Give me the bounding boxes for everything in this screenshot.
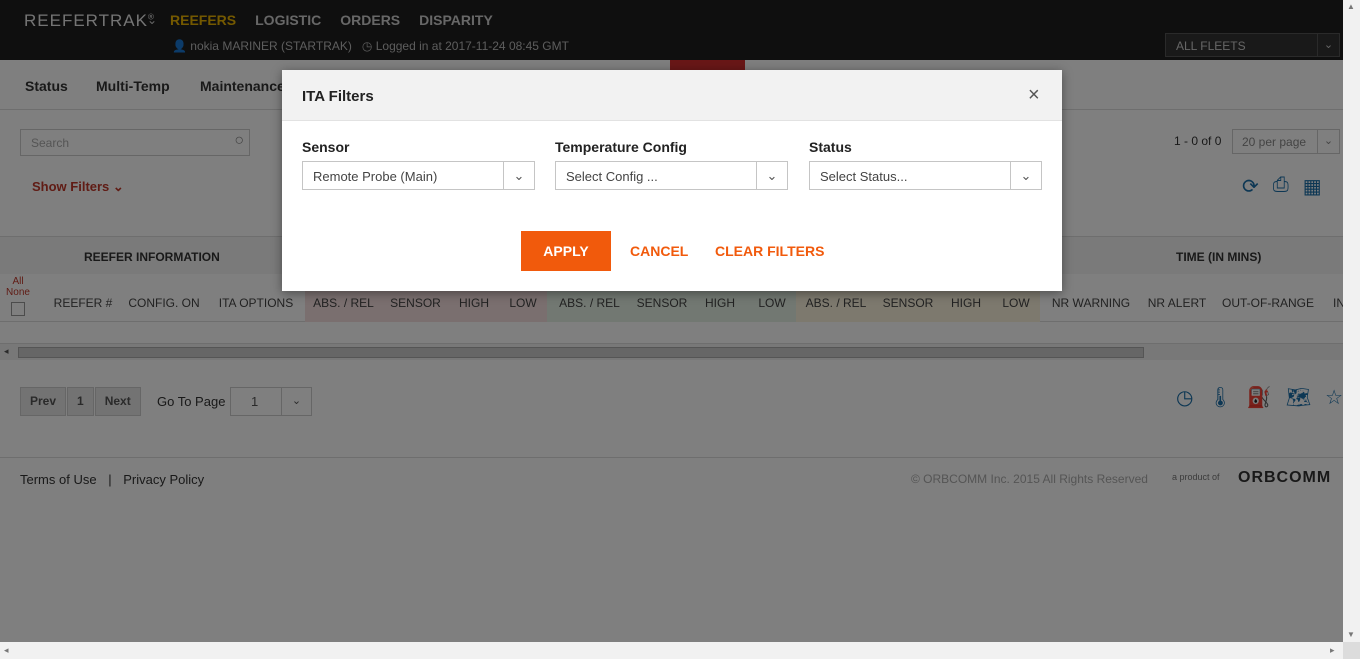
scrollbar-corner <box>1343 642 1360 659</box>
clear-filters-button[interactable]: CLEAR FILTERS <box>715 243 824 259</box>
scroll-left-icon[interactable]: ◂ <box>4 645 9 656</box>
status-select[interactable]: Select Status... ⌄ <box>809 161 1042 190</box>
page-horizontal-scrollbar[interactable]: ◂ ▸ <box>0 642 1343 659</box>
temperature-config-select[interactable]: Select Config ... ⌄ <box>555 161 788 190</box>
sensor-select[interactable]: Remote Probe (Main) ⌄ <box>302 161 535 190</box>
status-filter: Status Select Status... ⌄ <box>809 139 1042 190</box>
cancel-button[interactable]: CANCEL <box>630 243 688 259</box>
temperature-config-label: Temperature Config <box>555 139 687 155</box>
apply-button[interactable]: APPLY <box>521 231 611 271</box>
scroll-up-icon[interactable]: ▲ <box>1347 2 1355 11</box>
sensor-filter: Sensor Remote Probe (Main) ⌄ <box>302 139 535 190</box>
scroll-right-icon[interactable]: ▸ <box>1330 645 1335 656</box>
chevron-down-icon: ⌄ <box>503 162 534 189</box>
dialog-header: ITA Filters × <box>282 70 1062 121</box>
scroll-down-icon[interactable]: ▼ <box>1347 630 1355 639</box>
temperature-config-filter: Temperature Config Select Config ... ⌄ <box>555 139 788 190</box>
close-icon[interactable]: × <box>1028 84 1040 107</box>
chevron-down-icon: ⌄ <box>1010 162 1041 189</box>
sensor-label: Sensor <box>302 139 350 155</box>
ita-filters-dialog: ITA Filters × Sensor Remote Probe (Main)… <box>282 70 1062 291</box>
status-label: Status <box>809 139 852 155</box>
page-vertical-scrollbar[interactable]: ▲ ▼ <box>1343 0 1360 642</box>
dialog-title: ITA Filters <box>302 88 374 105</box>
chevron-down-icon: ⌄ <box>756 162 787 189</box>
